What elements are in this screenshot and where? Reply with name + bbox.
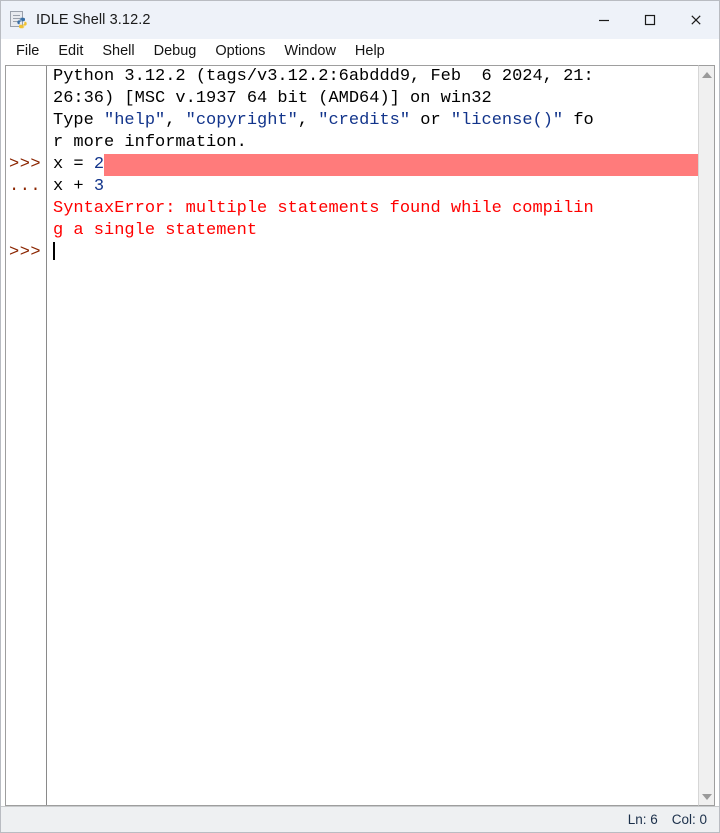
menu-item-debug[interactable]: Debug [145, 41, 206, 62]
shell-area: >>>... >>> Python 3.12.2 (tags/v3.12.2:6a… [1, 64, 719, 806]
maximize-icon [644, 14, 656, 26]
shell-line [47, 242, 698, 264]
gutter-blank-line [6, 220, 46, 242]
shell-token-plain: x = [53, 155, 94, 174]
menu-item-help[interactable]: Help [346, 41, 394, 62]
status-line-indicator: Ln: 6 [627, 812, 658, 827]
shell-prompt-marker: >>> [9, 243, 42, 262]
minimize-button[interactable] [581, 1, 627, 39]
close-icon [691, 15, 701, 25]
gutter-blank-line [6, 198, 46, 220]
shell-token-number: 3 [93, 177, 105, 196]
prompt-gutter: >>>... >>> [6, 66, 47, 805]
gutter-blank-line [6, 66, 46, 88]
minimize-icon [599, 19, 609, 22]
status-column-indicator: Col: 0 [671, 812, 707, 827]
shell-token-plain: , [165, 111, 186, 130]
menu-item-edit[interactable]: Edit [49, 41, 92, 62]
shell-output-text[interactable]: Python 3.12.2 (tags/v3.12.2:6abddd9, Feb… [47, 66, 698, 805]
shell-token-plain: r more information. [53, 133, 247, 152]
shell-token-builtin: "copyright" [185, 111, 298, 130]
shell-line: SyntaxError: multiple statements found w… [47, 198, 698, 220]
shell-token-builtin: "license()" [450, 111, 564, 130]
gutter-blank-line [6, 132, 46, 154]
shell-prompt-marker: >>> [9, 155, 42, 174]
menu-item-options[interactable]: Options [206, 41, 274, 62]
window-controls [581, 1, 719, 39]
shell-token-plain: , [297, 111, 319, 130]
shell-token-number: 2 [93, 155, 105, 174]
python-file-icon [10, 11, 28, 29]
title-bar[interactable]: IDLE Shell 3.12.2 [1, 1, 719, 39]
shell-line: g a single statement [47, 220, 698, 242]
menu-bar: File Edit Shell Debug Options Window Help [1, 39, 719, 64]
status-bar: Ln: 6 Col: 0 [1, 806, 719, 832]
vertical-scrollbar[interactable] [698, 65, 715, 806]
window-title: IDLE Shell 3.12.2 [36, 12, 151, 28]
menu-item-shell[interactable]: Shell [93, 41, 143, 62]
gutter-blank-line [6, 110, 46, 132]
idle-shell-window: IDLE Shell 3.12.2 File Edit Shell Debug … [0, 0, 720, 833]
text-caret [53, 242, 55, 260]
menu-item-file[interactable]: File [7, 41, 48, 62]
title-bar-left: IDLE Shell 3.12.2 [1, 11, 581, 29]
shell-token-error: SyntaxError: multiple statements found w… [53, 199, 594, 218]
scroll-up-arrow-icon[interactable] [699, 66, 714, 83]
shell-line: Python 3.12.2 (tags/v3.12.2:6abddd9, Feb… [47, 66, 698, 88]
shell-token-plain: Type [53, 111, 105, 130]
maximize-button[interactable] [627, 1, 673, 39]
selection-highlight [104, 154, 698, 176]
gutter-blank-line [6, 88, 46, 110]
scroll-down-arrow-icon[interactable] [699, 788, 714, 805]
shell-token-plain: or [410, 111, 451, 130]
shell-token-builtin: "credits" [318, 111, 411, 130]
shell-line: Type "help", "copyright", "credits" or "… [47, 110, 698, 132]
shell-token-plain: x + [53, 177, 94, 196]
shell-prompt-marker: ... [9, 177, 42, 196]
shell-line: r more information. [47, 132, 698, 154]
shell-token-plain: fo [563, 111, 594, 130]
shell-line: 26:36) [MSC v.1937 64 bit (AMD64)] on wi… [47, 88, 698, 110]
menu-item-window[interactable]: Window [275, 41, 345, 62]
shell-token-error: g a single statement [53, 221, 258, 240]
shell-text-region[interactable]: >>>... >>> Python 3.12.2 (tags/v3.12.2:6a… [5, 65, 698, 806]
shell-line: x = 2 [47, 154, 698, 176]
shell-token-builtin: "help" [104, 111, 166, 130]
shell-token-plain: Python 3.12.2 (tags/v3.12.2:6abddd9, Feb… [53, 67, 594, 86]
shell-token-plain: 26:36) [MSC v.1937 64 bit (AMD64)] on wi… [53, 89, 492, 108]
close-button[interactable] [673, 1, 719, 39]
shell-line: x + 3 [47, 176, 698, 198]
